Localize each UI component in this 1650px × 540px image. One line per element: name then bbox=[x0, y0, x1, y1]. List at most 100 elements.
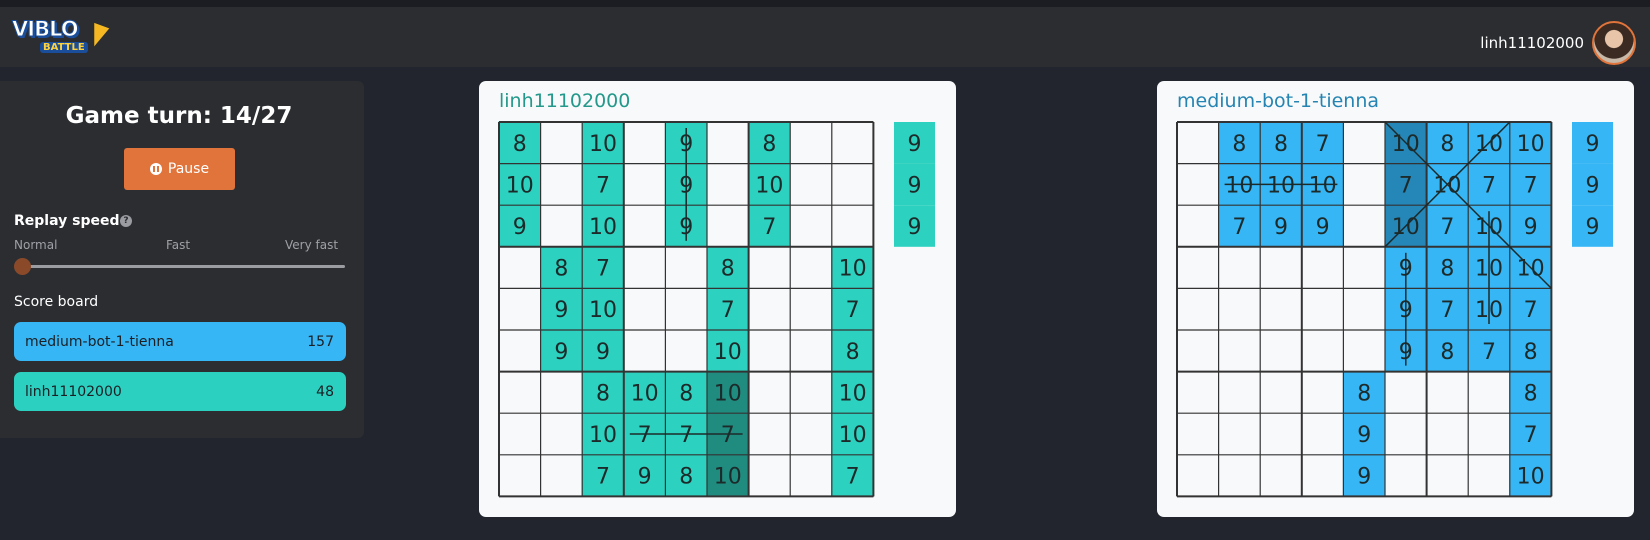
board-cell-empty[interactable] bbox=[1260, 413, 1302, 455]
board-cell-empty[interactable] bbox=[831, 122, 874, 164]
board-cell-empty[interactable] bbox=[499, 330, 541, 372]
board-cell-empty[interactable] bbox=[1301, 330, 1344, 372]
board-cell-empty[interactable] bbox=[1218, 246, 1261, 289]
board-cell-empty[interactable] bbox=[707, 205, 749, 247]
board-cell-empty[interactable] bbox=[1301, 246, 1344, 289]
cell-number: 7 bbox=[1524, 298, 1538, 323]
board-cell-empty[interactable] bbox=[790, 288, 832, 330]
board-cell-empty[interactable] bbox=[665, 246, 707, 289]
board-cell-empty[interactable] bbox=[831, 205, 874, 247]
board-cell-empty[interactable] bbox=[1426, 454, 1469, 497]
board-cell-empty[interactable] bbox=[1468, 454, 1510, 497]
board-cell-empty[interactable] bbox=[1177, 330, 1219, 372]
board-cell-empty[interactable] bbox=[499, 288, 541, 330]
board-cell-empty[interactable] bbox=[1301, 371, 1344, 414]
board-cell-empty[interactable] bbox=[748, 246, 791, 289]
board-cell-empty[interactable] bbox=[1177, 413, 1219, 455]
board-cell-empty[interactable] bbox=[1177, 205, 1219, 247]
board-cell-empty[interactable] bbox=[540, 205, 583, 247]
board-cell-empty[interactable] bbox=[1343, 288, 1385, 330]
board-cell-empty[interactable] bbox=[623, 122, 666, 164]
replay-speed-slider-handle[interactable] bbox=[14, 258, 31, 275]
board-cell-empty[interactable] bbox=[1343, 246, 1385, 289]
board-cell-empty[interactable] bbox=[1218, 330, 1261, 372]
board-cell-empty[interactable] bbox=[790, 205, 832, 247]
board-cell-empty[interactable] bbox=[665, 330, 707, 372]
board-cell-empty[interactable] bbox=[1177, 371, 1219, 414]
board-cell-empty[interactable] bbox=[1177, 163, 1219, 206]
cell-number: 8 bbox=[596, 381, 610, 406]
speed-option-very-fast[interactable]: Very fast bbox=[285, 238, 338, 252]
board-cell-empty[interactable] bbox=[790, 246, 832, 289]
viblo-battle-logo[interactable]: VIBLO BATTLE bbox=[12, 15, 110, 61]
board-cell-empty[interactable] bbox=[748, 454, 791, 497]
speed-option-fast[interactable]: Fast bbox=[166, 238, 190, 252]
board-cell-empty[interactable] bbox=[1177, 454, 1219, 497]
board-cell-empty[interactable] bbox=[1343, 122, 1385, 164]
board-cell-empty[interactable] bbox=[623, 205, 666, 247]
board-cell-empty[interactable] bbox=[748, 371, 791, 414]
board-cell-empty[interactable] bbox=[1260, 330, 1302, 372]
board-cell-empty[interactable] bbox=[1343, 330, 1385, 372]
board-cell-empty[interactable] bbox=[1301, 288, 1344, 330]
board-cell-empty[interactable] bbox=[1301, 413, 1344, 455]
board-cell-empty[interactable] bbox=[1343, 163, 1385, 206]
board-cell-empty[interactable] bbox=[1301, 454, 1344, 497]
pause-button[interactable]: Pause bbox=[124, 148, 235, 190]
header-username[interactable]: linh11102000 bbox=[1480, 34, 1584, 52]
board-cell-empty[interactable] bbox=[665, 288, 707, 330]
board-cell-empty[interactable] bbox=[1218, 288, 1261, 330]
board-cell-empty[interactable] bbox=[1468, 371, 1510, 414]
speed-option-normal[interactable]: Normal bbox=[14, 238, 57, 252]
board-cell-empty[interactable] bbox=[1260, 454, 1302, 497]
board-cell-empty[interactable] bbox=[540, 122, 583, 164]
board-cell-empty[interactable] bbox=[540, 371, 583, 414]
board-cell-empty[interactable] bbox=[540, 454, 583, 497]
board-cell-empty[interactable] bbox=[1426, 413, 1469, 455]
board-cell-empty[interactable] bbox=[1426, 371, 1469, 414]
board-cell-empty[interactable] bbox=[790, 454, 832, 497]
board-cell-empty[interactable] bbox=[790, 163, 832, 206]
board-cell-empty[interactable] bbox=[623, 288, 666, 330]
board-cell-empty[interactable] bbox=[1218, 413, 1261, 455]
board-cell-empty[interactable] bbox=[1343, 205, 1385, 247]
board-cell-empty[interactable] bbox=[790, 413, 832, 455]
cell-number: 9 bbox=[1357, 423, 1371, 448]
board-cell-empty[interactable] bbox=[499, 371, 541, 414]
board-cell-empty[interactable] bbox=[748, 413, 791, 455]
question-icon[interactable]: ? bbox=[120, 215, 132, 227]
board-cell-empty[interactable] bbox=[1385, 454, 1427, 497]
board-cell-empty[interactable] bbox=[790, 122, 832, 164]
game-board[interactable]: 8871081010101010710777991071099810109710… bbox=[1176, 121, 1616, 501]
board-cell-empty[interactable] bbox=[831, 163, 874, 206]
board-cell-empty[interactable] bbox=[1385, 413, 1427, 455]
board-cell-empty[interactable] bbox=[707, 163, 749, 206]
board-cell-empty[interactable] bbox=[1468, 413, 1510, 455]
board-cell-empty[interactable] bbox=[1218, 371, 1261, 414]
board-cell-empty[interactable] bbox=[623, 163, 666, 206]
user-avatar-icon[interactable] bbox=[1592, 21, 1636, 65]
board-cell-empty[interactable] bbox=[1177, 246, 1219, 289]
game-board[interactable]: 8 10 9 8 10 7 9 10 9 10 9 7 8 7 8 10 9 10 7 7 9 9 10 8 8 10 8 10 10 1… bbox=[498, 121, 938, 501]
board-cell-empty[interactable] bbox=[623, 330, 666, 372]
board-cell-empty[interactable] bbox=[623, 246, 666, 289]
board-cell-empty[interactable] bbox=[1260, 246, 1302, 289]
replay-speed-slider-track[interactable] bbox=[22, 265, 345, 268]
game-sidebar: Game turn: 14/27 Pause Replay speed ? No… bbox=[0, 81, 364, 438]
board-cell-empty[interactable] bbox=[1177, 122, 1219, 164]
board-cell-empty[interactable] bbox=[790, 330, 832, 372]
board-cell-empty[interactable] bbox=[707, 122, 749, 164]
board-cell-empty[interactable] bbox=[499, 246, 541, 289]
board-cell-empty[interactable] bbox=[748, 330, 791, 372]
board-cell-empty[interactable] bbox=[1218, 454, 1261, 497]
board-cell-empty[interactable] bbox=[499, 454, 541, 497]
board-cell-empty[interactable] bbox=[1260, 371, 1302, 414]
board-cell-empty[interactable] bbox=[748, 288, 791, 330]
board-cell-empty[interactable] bbox=[1385, 371, 1427, 414]
board-cell-empty[interactable] bbox=[540, 413, 583, 455]
board-cell-empty[interactable] bbox=[790, 371, 832, 414]
board-cell-empty[interactable] bbox=[540, 163, 583, 206]
board-cell-empty[interactable] bbox=[1260, 288, 1302, 330]
board-cell-empty[interactable] bbox=[499, 413, 541, 455]
board-cell-empty[interactable] bbox=[1177, 288, 1219, 330]
